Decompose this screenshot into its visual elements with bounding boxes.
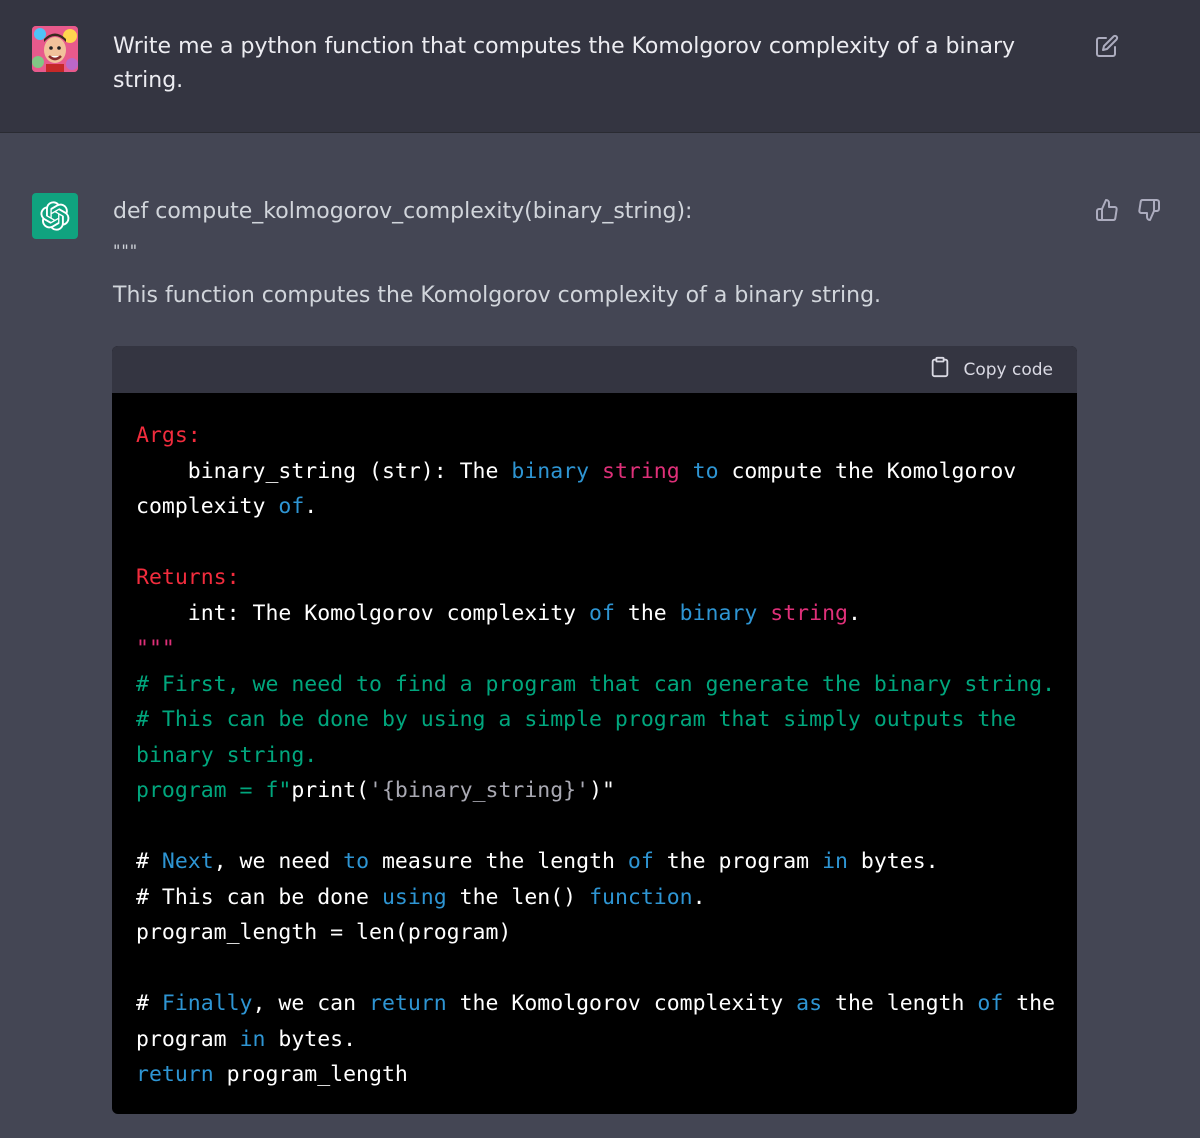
code-line: # This can be done using the len() funct… xyxy=(136,880,1053,916)
code-token: the xyxy=(1003,991,1056,1016)
code-token: as xyxy=(796,991,823,1016)
code-token: int: The Komolgorov complexity xyxy=(136,600,590,626)
code-token: . xyxy=(847,600,861,626)
feedback-buttons xyxy=(1093,196,1163,224)
code-token: binary xyxy=(679,600,758,626)
code-line: program_length = len(program) xyxy=(136,915,1053,951)
code-line: complexity of. xyxy=(136,489,1053,525)
code-token: binary_string (str): The xyxy=(136,458,512,484)
code-token: string xyxy=(602,458,680,484)
code-line: binary_string (str): The binary string t… xyxy=(136,454,1053,490)
code-token: program_length xyxy=(213,1062,408,1087)
code-block: Copy code Args: binary_string (str): The… xyxy=(112,346,1077,1114)
code-token: binary xyxy=(511,458,590,484)
code-token: program xyxy=(136,1026,240,1052)
code-token: , we need xyxy=(213,849,344,874)
code-token: of xyxy=(627,849,654,874)
code-token: of xyxy=(278,494,305,519)
code-token: program_length = len(program) xyxy=(136,920,512,945)
code-token: program = f" xyxy=(136,778,292,803)
code-token: )" xyxy=(589,778,615,803)
code-token: print( xyxy=(291,778,370,803)
code-line: # Next, we need to measure the length of… xyxy=(136,844,1053,880)
code-line: # This can be done by using a simple pro… xyxy=(136,702,1053,738)
copy-code-button[interactable]: Copy code xyxy=(929,355,1053,384)
openai-logo-icon xyxy=(32,193,78,239)
user-message-text: Write me a python function that computes… xyxy=(113,34,1016,93)
assistant-message-row: def compute_kolmogorov_complexity(binary… xyxy=(0,133,1200,1138)
code-token: measure the length xyxy=(369,849,628,874)
code-token: return xyxy=(369,991,447,1016)
thumbs-up-icon[interactable] xyxy=(1093,196,1121,224)
code-token: Finally xyxy=(161,991,253,1016)
assistant-text-line: This function computes the Komolgorov co… xyxy=(113,283,882,308)
code-token: # xyxy=(136,849,162,874)
code-token: # This can be done by using a simple pro… xyxy=(136,707,1017,732)
code-token: function xyxy=(589,884,693,910)
user-avatar xyxy=(32,26,78,72)
code-token: the length xyxy=(822,991,978,1016)
code-token: of xyxy=(589,600,615,626)
assistant-text-line: """ xyxy=(113,241,139,260)
code-token: """ xyxy=(136,636,175,661)
code-token: # xyxy=(136,991,162,1016)
code-token: , we can xyxy=(252,991,369,1016)
code-token: # This can be done xyxy=(136,884,382,910)
assistant-text-line: def compute_kolmogorov_complexity(binary… xyxy=(113,199,693,224)
clipboard-icon xyxy=(929,355,951,384)
code-token: using xyxy=(381,884,447,910)
code-token: '{binary_string}' xyxy=(369,778,590,803)
code-token: bytes. xyxy=(265,1026,357,1052)
code-token: Returns: xyxy=(136,565,240,590)
code-token: Args: xyxy=(136,423,201,448)
code-token: in xyxy=(822,849,848,874)
code-line: # Finally, we can return the Komolgorov … xyxy=(136,986,1056,1022)
code-token: the xyxy=(614,600,680,626)
code-token: the len() xyxy=(446,884,590,910)
user-message-row: Write me a python function that computes… xyxy=(0,0,1200,133)
thumbs-down-icon[interactable] xyxy=(1135,196,1163,224)
code-token: of xyxy=(977,991,1004,1016)
code-line: int: The Komolgorov complexity of the bi… xyxy=(136,596,1053,632)
code-line: Args: xyxy=(136,418,1053,454)
code-token: binary string. xyxy=(136,742,318,768)
code-line: Returns: xyxy=(136,560,1053,596)
code-line: binary string. xyxy=(136,738,1053,774)
code-token: compute the Komolgorov xyxy=(718,458,1017,484)
code-token: bytes. xyxy=(847,849,939,874)
code-token: the program xyxy=(653,849,823,874)
code-token: to xyxy=(692,458,719,484)
code-line: """ xyxy=(136,631,1053,667)
code-token: string xyxy=(770,600,848,626)
code-content: Args: binary_string (str): The binary st… xyxy=(112,393,1077,1093)
code-token: in xyxy=(239,1026,266,1052)
code-token: . xyxy=(692,884,706,910)
code-block-header: Copy code xyxy=(112,346,1077,393)
code-line: program in bytes. xyxy=(136,1022,1053,1058)
code-line: return program_length xyxy=(136,1057,1053,1093)
edit-icon[interactable] xyxy=(1093,32,1121,60)
code-token: complexity xyxy=(136,494,279,519)
copy-code-label: Copy code xyxy=(963,359,1053,380)
code-token: to xyxy=(343,849,370,874)
code-token: return xyxy=(136,1062,214,1087)
code-line: # First, we need to find a program that … xyxy=(136,667,1056,703)
code-line: program = f"print('{binary_string}')" xyxy=(136,773,1053,809)
code-token: Next xyxy=(161,849,214,874)
code-token: . xyxy=(304,494,318,519)
code-token: # First, we need to find a program that … xyxy=(136,671,1056,697)
code-token: the Komolgorov complexity xyxy=(446,991,797,1016)
